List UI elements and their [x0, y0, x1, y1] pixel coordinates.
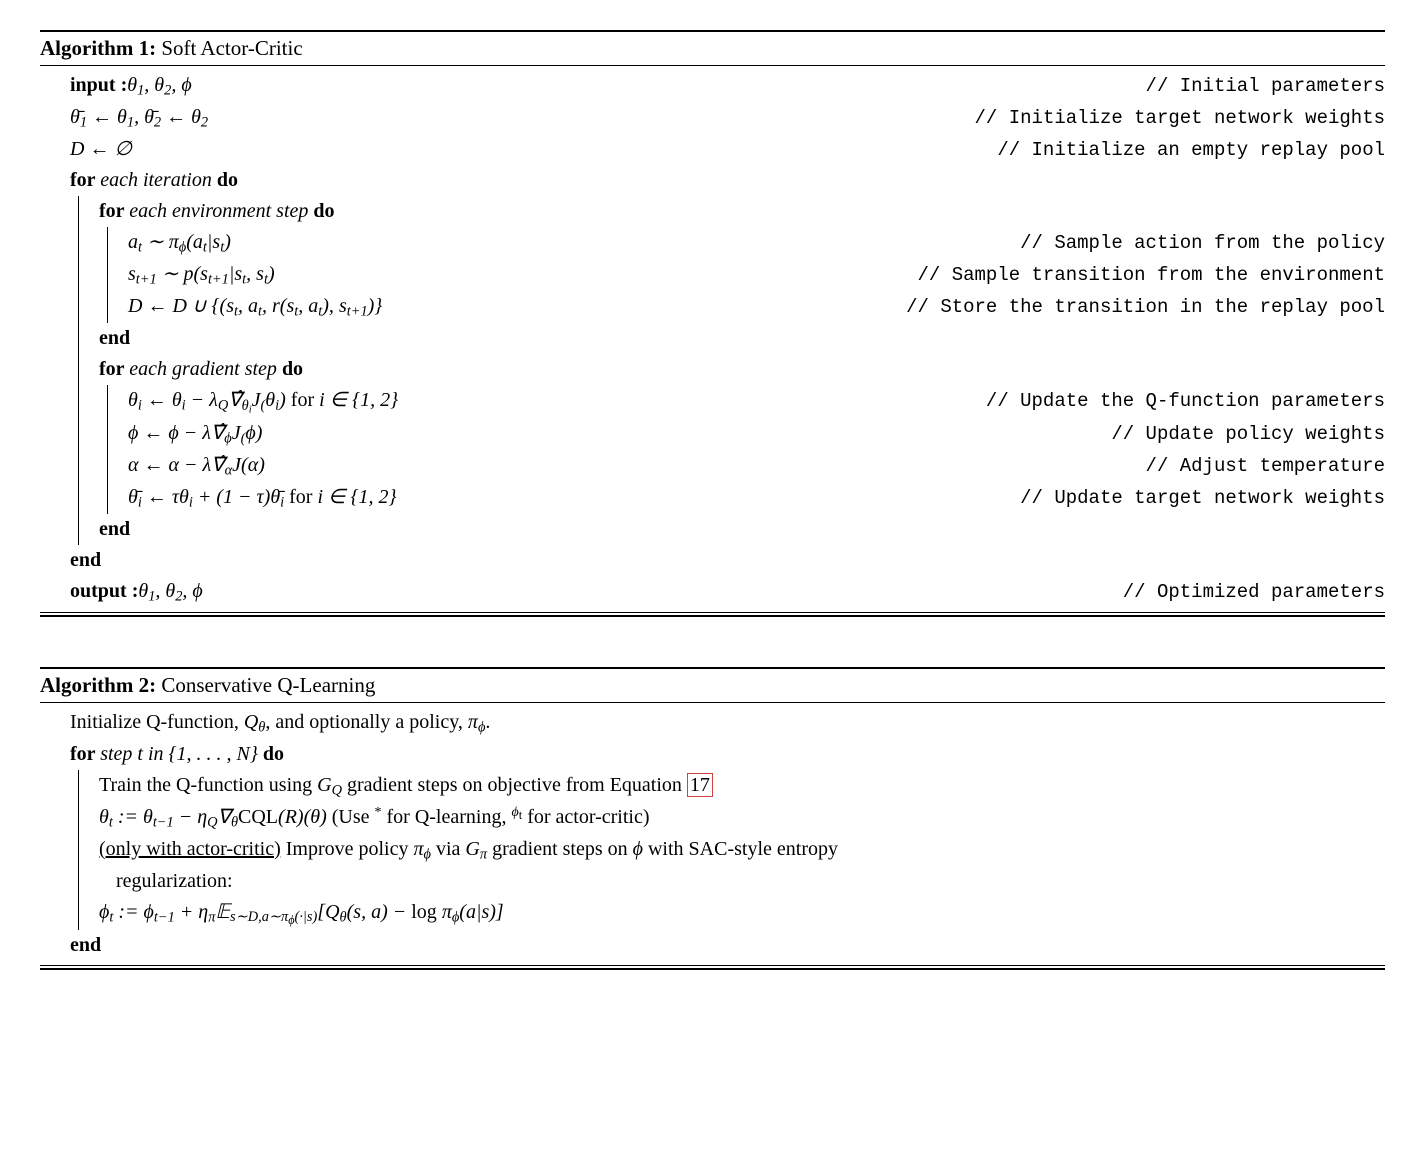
rule	[40, 968, 1385, 970]
comment: // Store the transition in the replay po…	[886, 293, 1385, 322]
algo-line: θt := θt−1 − ηQ∇θCQL(R)(θ) (Use * for Q-…	[99, 802, 1385, 834]
comment: // Update the Q-function parameters	[966, 387, 1385, 416]
algo-line: θ̄1 ← θ1, θ̄2 ← θ2 // Initialize target …	[70, 102, 1385, 134]
algo-number: Algorithm 1:	[40, 36, 156, 60]
algo-line: D ← D ∪ {(st, at, r(st, at), st+1)} // S…	[128, 291, 1385, 323]
rule	[40, 965, 1385, 966]
loop-body: at ∼ πϕ(at|st) // Sample action from the…	[107, 227, 1385, 323]
algo-line: st+1 ∼ p(st+1|st, st) // Sample transiti…	[128, 259, 1385, 291]
algo-line: at ∼ πϕ(at|st) // Sample action from the…	[128, 227, 1385, 259]
comment: // Initialize target network weights	[955, 104, 1385, 133]
algo-line: regularization:	[99, 866, 1385, 897]
algo-line: end	[70, 545, 1385, 576]
rule	[40, 615, 1385, 617]
algo-name: Soft Actor-Critic	[156, 36, 303, 60]
loop-body: Train the Q-function using GQ gradient s…	[78, 770, 1385, 930]
algo-line: for each gradient step do	[99, 354, 1385, 385]
algo-line: end	[70, 930, 1385, 961]
algo-line: D ← ∅ // Initialize an empty replay pool	[70, 134, 1385, 165]
algo-line: for each environment step do	[99, 196, 1385, 227]
algo-line: α ← α − λ∇̂αJ(α) // Adjust temperature	[128, 450, 1385, 482]
algo-line: (only with actor-critic) Improve policy …	[99, 834, 1385, 866]
comment: // Adjust temperature	[1126, 452, 1385, 481]
input-keyword: input :	[70, 74, 127, 96]
algo-name: Conservative Q-Learning	[156, 673, 375, 697]
algo-line: θ̄i ← τθi + (1 − τ)θ̄i for i ∈ {1, 2} //…	[128, 482, 1385, 514]
comment: // Initial parameters	[1126, 72, 1385, 101]
algo-line: end	[99, 514, 1385, 545]
comment: // Sample action from the policy	[1000, 229, 1385, 258]
comment: // Update target network weights	[1000, 484, 1385, 513]
algorithm-1-body: input :θ1, θ2, ϕ // Initial parameters θ…	[40, 66, 1385, 612]
algo-line: end	[99, 323, 1385, 354]
algorithm-2: Algorithm 2: Conservative Q-Learning Ini…	[40, 667, 1385, 970]
algo-line: for each iteration do	[70, 165, 1385, 196]
comment: // Update policy weights	[1091, 420, 1385, 449]
algo-line: Initialize Q-function, Qθ, and optionall…	[70, 707, 1385, 739]
algo-line: input :θ1, θ2, ϕ // Initial parameters	[70, 70, 1385, 102]
comment: // Initialize an empty replay pool	[977, 136, 1385, 165]
comment: // Sample transition from the environmen…	[898, 261, 1385, 290]
algo-line: θi ← θi − λQ∇̂θiJ(θi) for i ∈ {1, 2} // …	[128, 385, 1385, 418]
loop-body: θi ← θi − λQ∇̂θiJ(θi) for i ∈ {1, 2} // …	[107, 385, 1385, 514]
rule	[40, 612, 1385, 613]
algo-number: Algorithm 2:	[40, 673, 156, 697]
algo-line: ϕt := ϕt−1 + ηπ𝔼s∼D,a∼πϕ(·|s)[Qθ(s, a) −…	[99, 897, 1385, 931]
comment: // Optimized parameters	[1103, 578, 1385, 607]
loop-body: for each environment step do at ∼ πϕ(at|…	[78, 196, 1385, 545]
algo-line: output :θ1, θ2, ϕ // Optimized parameter…	[70, 576, 1385, 608]
algorithm-1: Algorithm 1: Soft Actor-Critic input :θ1…	[40, 30, 1385, 617]
algo-line: Train the Q-function using GQ gradient s…	[99, 770, 1385, 802]
algo-line: for step t in {1, . . . , N} do	[70, 739, 1385, 770]
output-keyword: output :	[70, 580, 138, 602]
equation-ref[interactable]: 17	[687, 773, 713, 797]
algorithm-2-title: Algorithm 2: Conservative Q-Learning	[40, 669, 1385, 702]
algo-line: ϕ ← ϕ − λ∇̂ϕJ(ϕ) // Update policy weight…	[128, 418, 1385, 450]
algorithm-2-body: Initialize Q-function, Qθ, and optionall…	[40, 703, 1385, 965]
algorithm-1-title: Algorithm 1: Soft Actor-Critic	[40, 32, 1385, 65]
